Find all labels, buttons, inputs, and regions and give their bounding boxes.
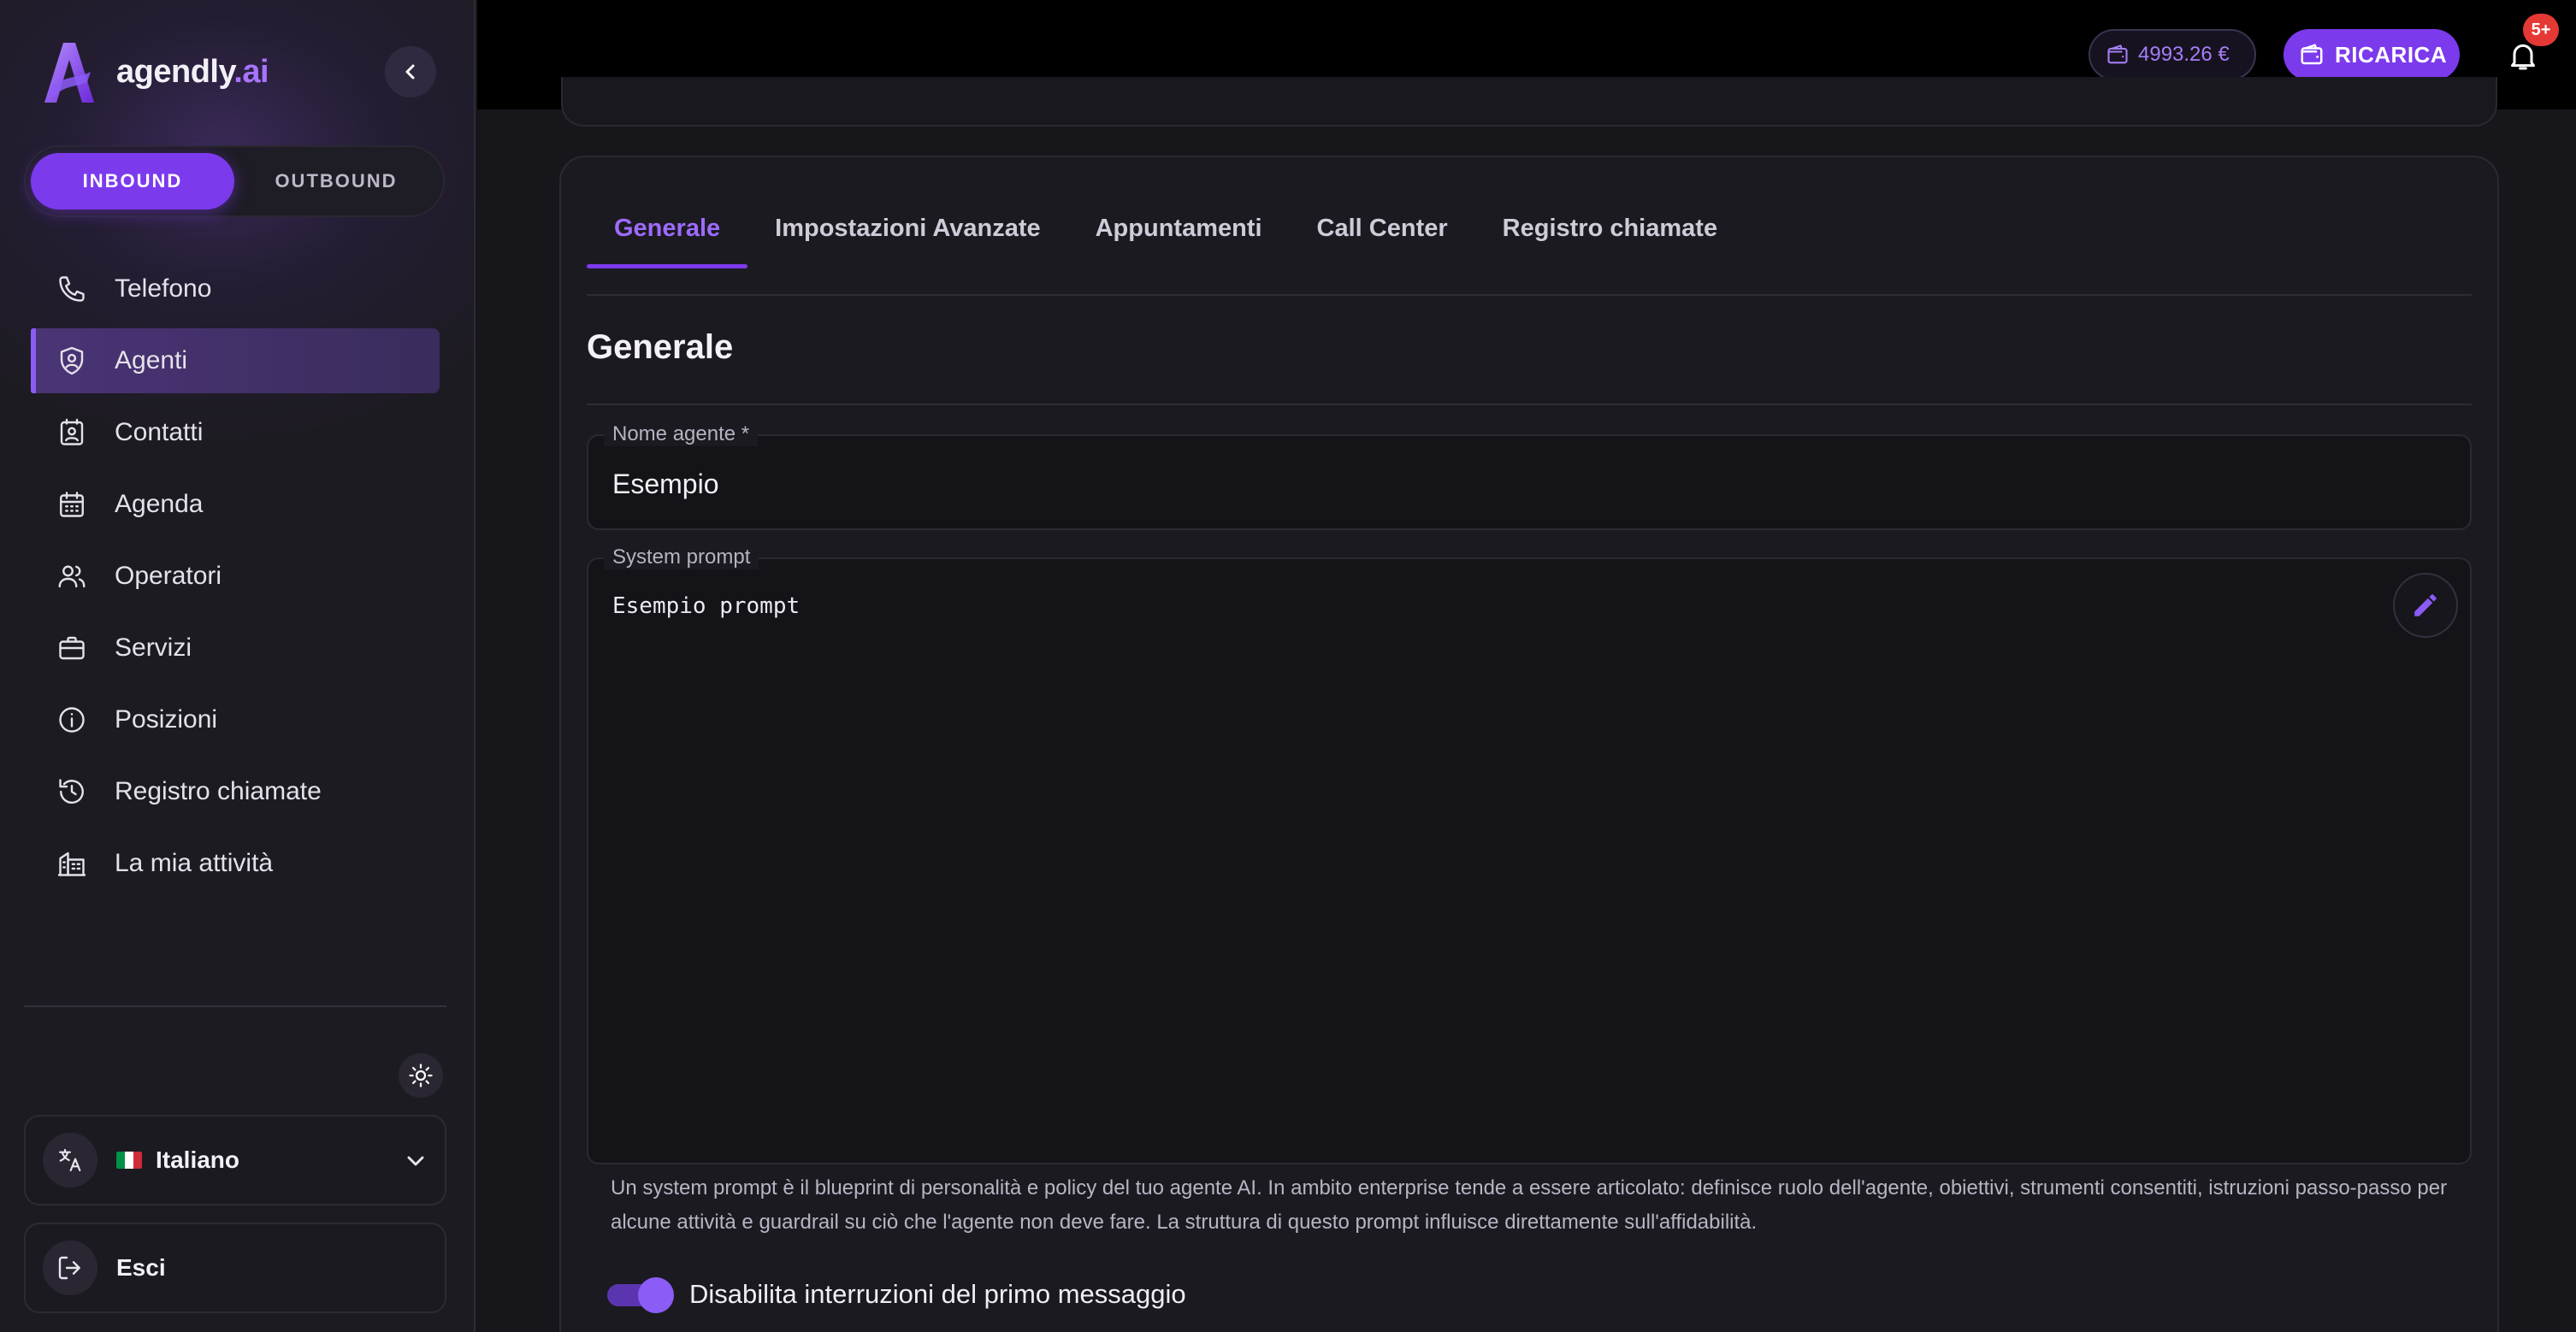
system-prompt-label: System prompt (604, 545, 759, 569)
balance-value: 4993.26 € (2138, 43, 2230, 66)
tab-registro-chiamate[interactable]: Registro chiamate (1475, 190, 1745, 267)
sidebar-item-label: Servizi (115, 634, 192, 662)
inbound-button[interactable]: INBOUND (31, 153, 234, 209)
sidebar-item-agenti[interactable]: Agenti (31, 328, 440, 393)
sidebar: agendly.ai INBOUND OUTBOUND Telefono Age… (0, 0, 476, 1332)
chevron-left-icon (405, 64, 415, 80)
tabs-divider (587, 294, 2472, 296)
contacts-icon (60, 418, 84, 445)
sidebar-item-label: Agenti (115, 346, 188, 374)
sidebar-item-label: La mia attività (115, 849, 274, 877)
disable-interruptions-label: Disabilita interruzioni del primo messag… (689, 1279, 1186, 1309)
sidebar-item-agenda[interactable]: Agenda (31, 472, 440, 537)
agent-name-label: Nome agente * (604, 422, 759, 446)
wallet-icon (2301, 44, 2323, 65)
sidebar-item-contatti[interactable]: Contatti (31, 400, 440, 465)
theme-toggle-button[interactable] (399, 1053, 443, 1098)
sidebar-item-registro-chiamate[interactable]: Registro chiamate (31, 759, 440, 824)
sidebar-item-label: Operatori (115, 562, 222, 590)
section-title: Generale (587, 328, 734, 366)
edit-prompt-button[interactable] (2393, 573, 2458, 638)
briefcase-icon (59, 636, 85, 660)
location-icon (59, 707, 85, 733)
sidebar-item-telefono[interactable]: Telefono (31, 256, 440, 321)
wallet-icon (2107, 44, 2128, 64)
users-icon (58, 565, 86, 588)
logout-button[interactable]: Esci (24, 1223, 446, 1313)
agent-name-field[interactable]: Nome agente * Esempio (587, 422, 2472, 530)
sidebar-item-label: Registro chiamate (115, 777, 322, 805)
sidebar-item-servizi[interactable]: Servizi (31, 616, 440, 681)
agendly-logo-icon (44, 43, 94, 103)
history-icon (59, 779, 84, 804)
phone-icon (59, 276, 85, 302)
translate-icon (58, 1148, 81, 1172)
italy-flag-icon (116, 1152, 142, 1169)
disable-interruptions-toggle[interactable] (607, 1277, 674, 1313)
sidebar-item-label: Contatti (115, 418, 204, 446)
sidebar-divider (24, 1005, 446, 1007)
logout-icon-wrap (43, 1241, 97, 1295)
notifications-badge: 5+ (2523, 14, 2559, 46)
system-prompt-helper: Un system prompt è il blueprint di perso… (611, 1176, 2448, 1234)
system-prompt-field[interactable]: System prompt Esempio prompt (587, 545, 2472, 1164)
section-divider (587, 404, 2472, 405)
sidebar-item-label: Posizioni (115, 705, 218, 734)
agent-tabs: Generale Impostazioni Avanzate Appuntame… (587, 190, 1745, 268)
inbound-outbound-toggle: INBOUND OUTBOUND (24, 145, 445, 217)
sidebar-item-operatori[interactable]: Operatori (31, 544, 440, 609)
recharge-button[interactable]: RICARICA (2284, 29, 2460, 80)
system-prompt-value: Esempio prompt (612, 593, 801, 619)
wallet-balance[interactable]: 4993.26 € (2089, 29, 2256, 80)
disable-interruptions-row: Disabilita interruzioni del primo messag… (607, 1277, 1186, 1313)
previous-card-edge (561, 77, 2497, 127)
pencil-icon (2414, 594, 2437, 616)
calendar-icon (60, 492, 84, 517)
logout-label: Esci (116, 1254, 166, 1281)
tab-generale[interactable]: Generale (587, 190, 748, 268)
logout-icon (58, 1256, 80, 1280)
sidebar-nav: Telefono Agenti Contatti Agenda Operator… (31, 256, 440, 903)
outbound-button[interactable]: OUTBOUND (234, 153, 438, 209)
tab-appuntamenti[interactable]: Appuntamenti (1068, 190, 1290, 267)
agent-shield-icon (60, 346, 84, 375)
collapse-sidebar-button[interactable] (385, 46, 436, 97)
recharge-label: RICARICA (2335, 41, 2448, 68)
logo[interactable]: agendly.ai (38, 38, 269, 106)
chevron-down-icon (407, 1156, 424, 1166)
tab-impostazioni-avanzate[interactable]: Impostazioni Avanzate (747, 190, 1067, 267)
brand-name: agendly.ai (116, 53, 269, 90)
building-icon (57, 852, 86, 876)
sidebar-item-la-mia-attivita[interactable]: La mia attività (31, 831, 440, 896)
sidebar-item-label: Telefono (115, 274, 212, 303)
tab-call-center[interactable]: Call Center (1290, 190, 1475, 267)
sun-icon (409, 1064, 433, 1087)
sidebar-item-label: Agenda (115, 490, 204, 518)
language-selector[interactable]: Italiano (24, 1115, 446, 1205)
language-label: Italiano (156, 1146, 240, 1173)
sidebar-item-posizioni[interactable]: Posizioni (31, 687, 440, 752)
translate-icon-wrap (43, 1133, 97, 1188)
agent-name-value: Esempio (612, 469, 719, 499)
